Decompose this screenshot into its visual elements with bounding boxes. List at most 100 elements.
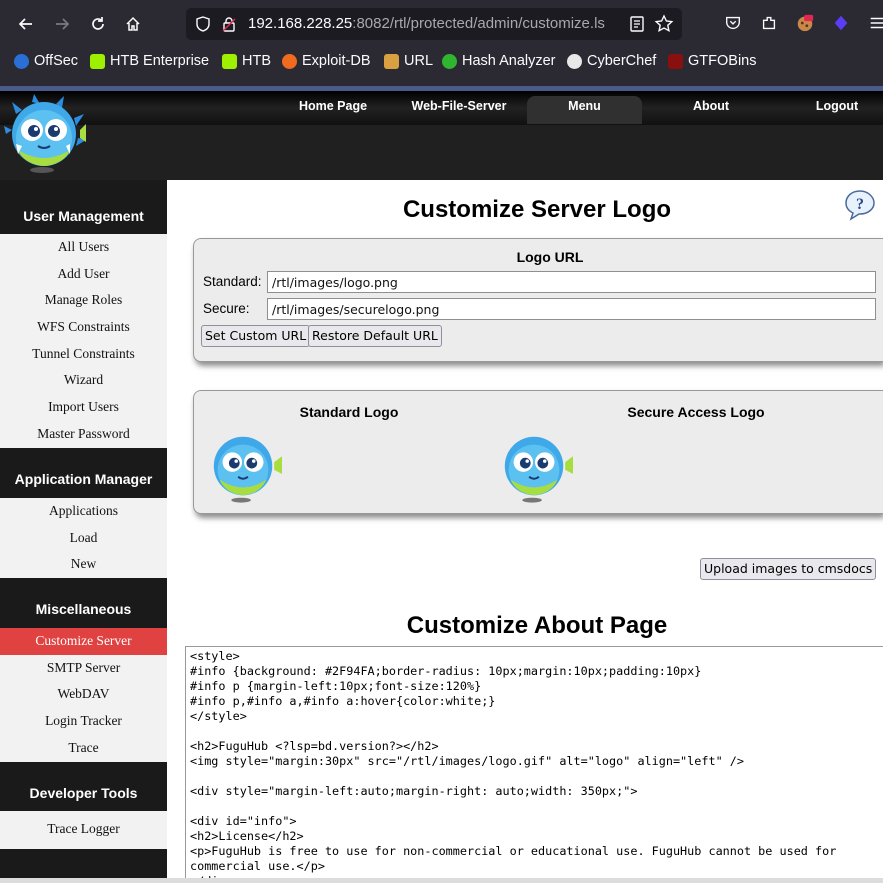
bookmark-label: HTB xyxy=(242,53,271,69)
sidebar-item-trace[interactable]: Trace xyxy=(0,735,167,762)
sidebar-heading-application-manager: Application Manager xyxy=(14,471,153,487)
url-decoder-icon xyxy=(384,53,399,69)
nav-web-file-server[interactable]: Web-File-Server xyxy=(402,96,516,124)
pocket-icon[interactable] xyxy=(722,12,744,34)
sidebar-item-new[interactable]: New xyxy=(0,551,167,578)
bookmark-hash-analyzer[interactable]: Hash Analyzer xyxy=(442,50,556,72)
restore-default-url-button[interactable]: Restore Default URL xyxy=(308,325,442,347)
secure-logo-image xyxy=(504,436,573,503)
logo-preview-panel: Standard Logo Secure Access Logo xyxy=(193,390,883,514)
bookmark-label: URL xyxy=(404,53,434,69)
sidebar-group-application-manager: Applications Load New xyxy=(0,498,167,578)
nav-menu[interactable]: Menu xyxy=(527,96,642,124)
sidebar-item-wizard[interactable]: Wizard xyxy=(0,367,167,394)
bookmark-htb-enterprise[interactable]: HTB Enterprise xyxy=(90,50,209,72)
purple-extension-icon[interactable] xyxy=(830,12,852,34)
logo-url-title: Logo URL xyxy=(516,249,584,265)
reload-icon[interactable] xyxy=(84,10,112,38)
hash-analyzer-icon xyxy=(442,53,457,69)
url-bar[interactable]: 192.168.228.25:8082/rtl/protected/admin/… xyxy=(186,8,682,40)
gtfobins-icon xyxy=(668,53,683,69)
shield-icon[interactable] xyxy=(194,15,212,33)
forward-icon[interactable] xyxy=(48,10,76,38)
bookmark-label: GTFOBins xyxy=(688,53,757,69)
htb-cube-icon xyxy=(90,53,105,69)
sidebar-item-trace-logger[interactable]: Trace Logger xyxy=(0,816,167,843)
sidebar-item-smtp-server[interactable]: SMTP Server xyxy=(0,655,167,682)
main-content: Customize Server Logo ? Logo URL Standar… xyxy=(167,180,883,883)
exploit-db-icon xyxy=(282,53,297,69)
bookmark-star-icon[interactable] xyxy=(654,14,674,34)
secure-logo-title: Secure Access Logo xyxy=(627,404,765,420)
bookmarks-bar: OffSec HTB Enterprise HTB Exploit-DB URL… xyxy=(0,48,883,74)
horizontal-scrollbar[interactable] xyxy=(0,878,883,883)
offsec-icon xyxy=(14,53,29,69)
bookmark-label: HTB Enterprise xyxy=(110,53,210,69)
sidebar-group-miscellaneous: Customize Server SMTP Server WebDAV Logi… xyxy=(0,628,167,762)
browser-chrome: 192.168.228.25:8082/rtl/protected/admin/… xyxy=(0,0,883,86)
bookmark-exploit-db[interactable]: Exploit-DB xyxy=(282,50,371,72)
fuguhub-logo[interactable] xyxy=(4,94,86,176)
upload-images-button[interactable]: Upload images to cmsdocs xyxy=(700,558,877,580)
bookmark-cyberchef[interactable]: CyberChef xyxy=(567,50,656,72)
sidebar-group-user-management: All Users Add User Manage Roles WFS Cons… xyxy=(0,234,167,448)
site-header: Home Page Web-File-Server Menu About Log… xyxy=(0,86,883,180)
sidebar-item-master-password[interactable]: Master Password xyxy=(0,421,167,448)
sidebar-item-tunnel-constraints[interactable]: Tunnel Constraints xyxy=(0,341,167,368)
sidebar-heading-user-management: User Management xyxy=(23,208,144,224)
set-custom-url-button[interactable]: Set Custom URL xyxy=(201,325,311,347)
bookmark-label: OffSec xyxy=(34,53,79,69)
bookmark-label: Exploit-DB xyxy=(302,53,371,69)
bookmark-offsec[interactable]: OffSec xyxy=(14,50,78,72)
nav-logout[interactable]: Logout xyxy=(800,96,874,124)
bookmark-gtfobins[interactable]: GTFOBins xyxy=(668,50,756,72)
sidebar-heading-miscellaneous: Miscellaneous xyxy=(35,601,132,617)
sidebar-item-manage-roles[interactable]: Manage Roles xyxy=(0,287,167,314)
standard-logo-title: Standard Logo xyxy=(299,404,399,420)
browser-toolbar: 192.168.228.25:8082/rtl/protected/admin/… xyxy=(0,0,883,48)
sidebar-item-wfs-constraints[interactable]: WFS Constraints xyxy=(0,314,167,341)
url-path: :8082/rtl/protected/admin/customize.ls xyxy=(352,15,605,32)
sidebar-item-load[interactable]: Load xyxy=(0,525,167,552)
sidebar: User Management All Users Add User Manag… xyxy=(0,180,167,883)
sidebar-item-applications[interactable]: Applications xyxy=(0,498,167,525)
header-lower-band xyxy=(0,125,883,180)
bookmark-htb[interactable]: HTB xyxy=(222,50,271,72)
bookmark-label: CyberChef xyxy=(587,53,657,69)
page-title-customize-about: Customize About Page xyxy=(406,612,668,639)
menu-icon[interactable] xyxy=(866,12,883,34)
back-icon[interactable] xyxy=(12,10,40,38)
about-page-code[interactable]: <style> #info {background: #2F94FA;borde… xyxy=(186,647,883,882)
sidebar-item-all-users[interactable]: All Users xyxy=(0,234,167,261)
nav-about[interactable]: About xyxy=(672,96,750,124)
nav-home-page[interactable]: Home Page xyxy=(286,96,380,124)
lock-icon[interactable] xyxy=(220,15,238,33)
sidebar-item-customize-server[interactable]: Customize Server xyxy=(0,628,167,655)
svg-text:?: ? xyxy=(856,196,864,213)
sidebar-group-developer-tools: Trace Logger xyxy=(0,811,167,849)
page: Home Page Web-File-Server Menu About Log… xyxy=(0,86,883,883)
home-icon[interactable] xyxy=(119,10,147,38)
cookie-extension-icon[interactable] xyxy=(794,12,816,34)
htb-cube-icon xyxy=(222,53,237,69)
secure-label: Secure: xyxy=(203,301,250,316)
chef-hat-icon xyxy=(567,53,582,69)
page-title-customize-logo: Customize Server Logo xyxy=(402,196,672,223)
help-icon[interactable]: ? xyxy=(843,188,877,222)
secure-logo-url-input[interactable] xyxy=(267,298,876,320)
url-host: 192.168.228.25 xyxy=(248,15,353,32)
extensions-icon[interactable] xyxy=(758,12,780,34)
standard-label: Standard: xyxy=(203,274,262,289)
bookmark-label: Hash Analyzer xyxy=(462,53,556,69)
logo-url-panel: Logo URL Standard: Secure: Set Custom UR… xyxy=(193,238,883,362)
bookmark-url[interactable]: URL xyxy=(384,50,433,72)
standard-logo-url-input[interactable] xyxy=(267,271,876,293)
reader-view-icon[interactable] xyxy=(628,15,646,33)
about-page-editor[interactable]: <style> #info {background: #2F94FA;borde… xyxy=(185,646,883,883)
standard-logo-image xyxy=(213,436,282,503)
sidebar-item-webdav[interactable]: WebDAV xyxy=(0,681,167,708)
sidebar-item-import-users[interactable]: Import Users xyxy=(0,394,167,421)
url-text[interactable]: 192.168.228.25:8082/rtl/protected/admin/… xyxy=(248,15,620,32)
sidebar-item-login-tracker[interactable]: Login Tracker xyxy=(0,708,167,735)
sidebar-item-add-user[interactable]: Add User xyxy=(0,261,167,288)
